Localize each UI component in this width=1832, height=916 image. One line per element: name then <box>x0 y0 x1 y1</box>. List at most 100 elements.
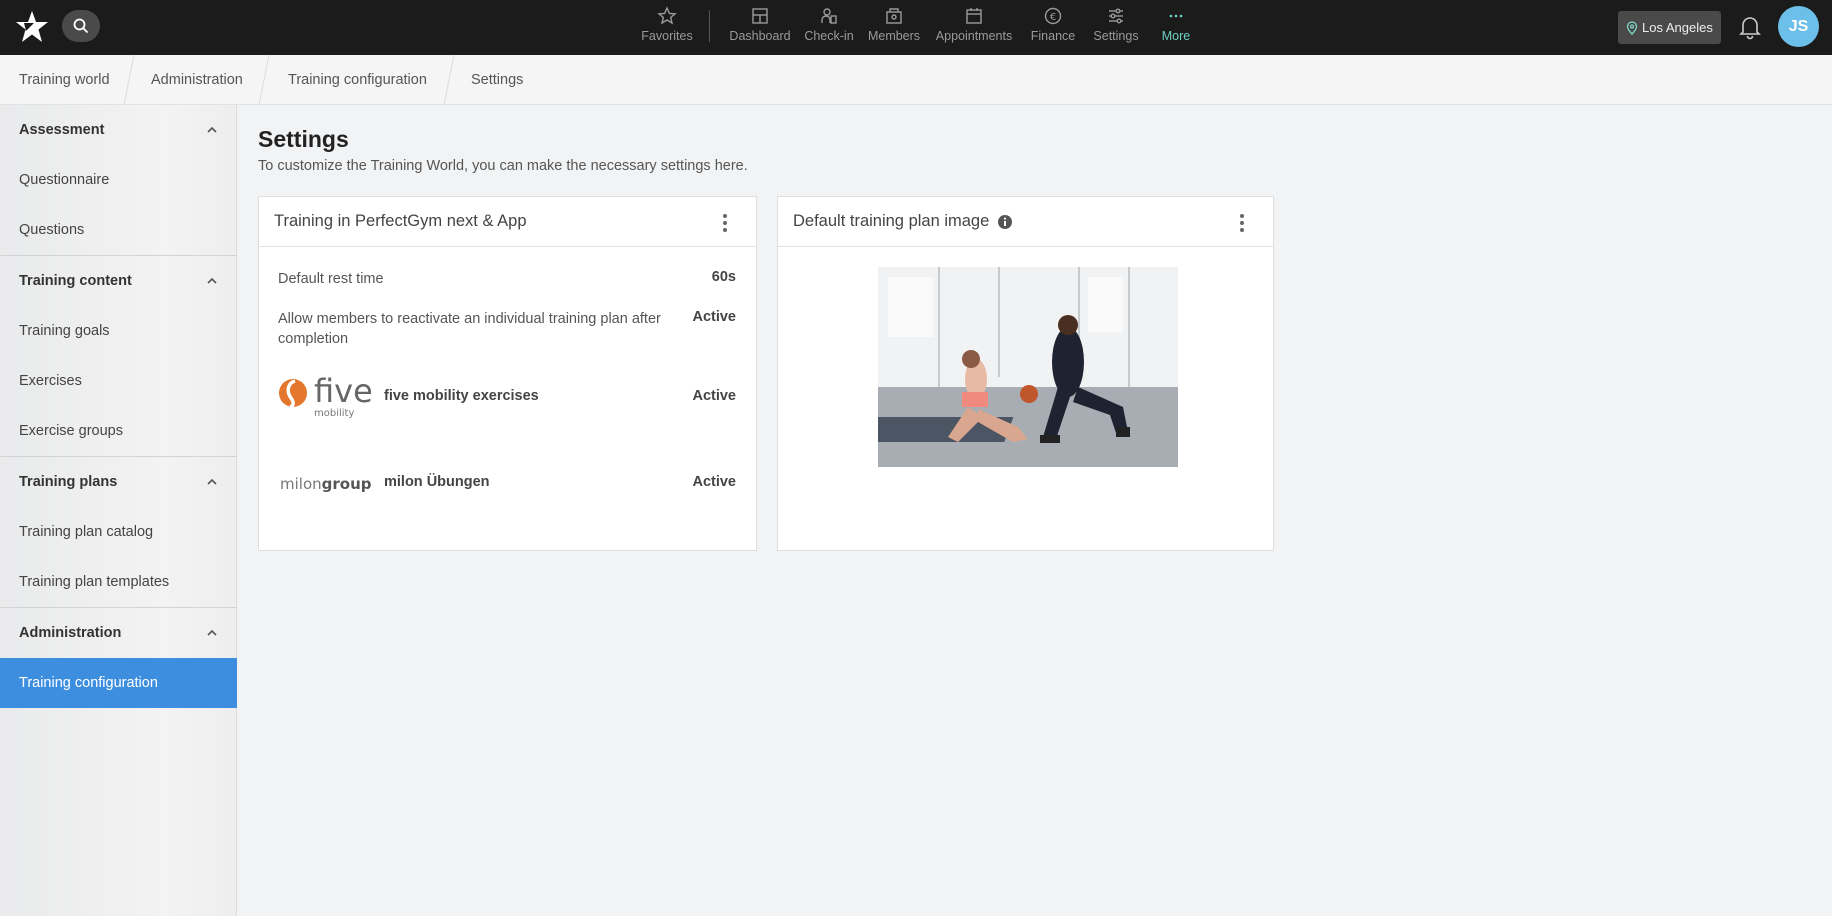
star-icon <box>657 6 677 25</box>
breadcrumb-training-configuration[interactable]: Training configuration <box>288 55 427 105</box>
nav-finance-label: Finance <box>1030 29 1076 43</box>
breadcrumb: Training world Administration Training c… <box>0 55 1832 105</box>
setting-label: milon Übungen <box>384 474 490 490</box>
search-button[interactable] <box>62 10 100 42</box>
location-label: Los Angeles <box>1642 20 1713 35</box>
setting-value: Active <box>692 309 736 325</box>
training-settings-card: Training in PerfectGym next & App Defaul… <box>258 196 757 551</box>
nav-dashboard[interactable]: Dashboard <box>728 6 792 50</box>
milon-group-logo: milongroup <box>280 475 372 493</box>
page-subtitle: To customize the Training World, you can… <box>258 158 748 174</box>
setting-label: Allow members to reactivate an individua… <box>278 311 661 347</box>
chevron-up-icon <box>207 629 217 636</box>
card-header: Default training plan image <box>778 197 1273 247</box>
default-image-card: Default training plan image <box>777 196 1274 551</box>
training-plan-photo[interactable] <box>878 267 1178 467</box>
nav-appointments-label: Appointments <box>935 29 1013 43</box>
sidebar-group-assessment[interactable]: Assessment <box>0 105 237 155</box>
sidebar-group-label: Administration <box>19 625 122 641</box>
page-title: Settings <box>258 126 349 152</box>
breadcrumb-label: Training world <box>19 72 110 88</box>
setting-row-reactivate[interactable]: Allow members to reactivate an individua… <box>278 309 736 349</box>
sidebar-group-administration[interactable]: Administration <box>0 608 237 658</box>
nav-appointments[interactable]: Appointments <box>934 6 1014 50</box>
kebab-menu-icon[interactable] <box>722 213 728 233</box>
nav-more-label: More <box>1161 29 1191 43</box>
location-pin-icon <box>1626 20 1638 35</box>
svg-text:mobility: mobility <box>314 408 354 419</box>
sidebar-item-label: Training plan catalog <box>19 524 154 540</box>
sidebar-item-exercise-groups[interactable]: Exercise groups <box>0 406 237 456</box>
breadcrumb-separator <box>443 55 455 105</box>
nav-members[interactable]: Members <box>866 6 922 50</box>
search-icon <box>73 18 89 34</box>
sidebar-group-training-plans[interactable]: Training plans <box>0 457 237 507</box>
chevron-up-icon <box>207 277 217 284</box>
kebab-menu-icon[interactable] <box>1239 213 1245 233</box>
nav-favorites-label: Favorites <box>641 29 693 43</box>
setting-row-rest-time[interactable]: Default rest time 60s <box>278 269 736 289</box>
sidebar-item-label: Training configuration <box>19 675 158 691</box>
sidebar-item-exercises[interactable]: Exercises <box>0 356 237 406</box>
sidebar-item-label: Training goals <box>19 323 110 339</box>
nav-check-in-label: Check-in <box>804 29 854 43</box>
sidebar-group-label: Training plans <box>19 474 118 490</box>
breadcrumb-separator <box>123 55 135 105</box>
breadcrumb-separator <box>258 55 270 105</box>
sidebar-item-questionnaire[interactable]: Questionnaire <box>0 155 237 205</box>
sidebar-group-label: Training content <box>19 273 132 289</box>
user-avatar[interactable]: JS <box>1778 6 1819 47</box>
breadcrumb-settings[interactable]: Settings <box>471 55 523 105</box>
setting-label: five mobility exercises <box>384 388 539 404</box>
five-mobility-logo: five mobility <box>279 372 373 419</box>
notifications-bell-icon[interactable] <box>1738 14 1762 40</box>
check-in-icon <box>821 8 837 24</box>
dashboard-icon <box>752 8 768 24</box>
sidebar-item-label: Questions <box>19 222 85 238</box>
nav-settings-label: Settings <box>1093 29 1139 43</box>
sidebar-item-label: Questionnaire <box>19 172 110 188</box>
nav-divider <box>709 10 710 42</box>
nav-more[interactable]: More <box>1155 6 1197 50</box>
card-title: Default training plan image <box>793 212 990 230</box>
more-dots-icon <box>1169 14 1183 18</box>
breadcrumb-label: Administration <box>151 72 243 88</box>
svg-text:milongroup: milongroup <box>280 475 372 493</box>
card-header: Training in PerfectGym next & App <box>259 197 756 247</box>
sidebar-item-training-plan-catalog[interactable]: Training plan catalog <box>0 507 237 557</box>
avatar-initials: JS <box>1788 17 1809 35</box>
nav-favorites[interactable]: Favorites <box>641 6 693 50</box>
euro-icon: € <box>1044 7 1062 25</box>
info-icon[interactable] <box>997 214 1013 230</box>
top-bar: Favorites Dashboard Check-in Members App… <box>0 0 1832 55</box>
setting-row-five-mobility[interactable]: five mobility five mobility exercises Ac… <box>278 372 736 422</box>
location-selector[interactable]: Los Angeles <box>1618 11 1721 44</box>
breadcrumb-administration[interactable]: Administration <box>151 55 243 105</box>
chevron-up-icon <box>207 126 217 133</box>
app-logo-icon[interactable] <box>14 9 50 45</box>
sidebar-item-label: Exercises <box>19 373 82 389</box>
nav-finance[interactable]: € Finance <box>1029 6 1077 50</box>
sidebar-item-label: Training plan templates <box>19 574 170 590</box>
sidebar-item-training-plan-templates[interactable]: Training plan templates <box>0 557 237 607</box>
nav-dashboard-label: Dashboard <box>729 29 791 43</box>
calendar-icon <box>966 8 982 24</box>
breadcrumb-label: Settings <box>471 72 524 88</box>
svg-text:five: five <box>314 372 373 410</box>
setting-label: Default rest time <box>278 271 384 287</box>
sidebar-item-training-configuration[interactable]: Training configuration <box>0 658 237 708</box>
sidebar-item-label: Exercise groups <box>19 423 123 439</box>
setting-row-milon[interactable]: milongroup milon Übungen Active <box>278 472 736 502</box>
sidebar-group-training-content[interactable]: Training content <box>0 256 237 306</box>
sidebar: Assessment Questionnaire Questions Train… <box>0 105 237 916</box>
nav-settings[interactable]: Settings <box>1091 6 1141 50</box>
svg-text:€: € <box>1050 12 1056 23</box>
nav-members-label: Members <box>867 29 921 43</box>
sidebar-item-training-goals[interactable]: Training goals <box>0 306 237 356</box>
setting-value: Active <box>692 388 736 404</box>
setting-value: Active <box>692 474 736 490</box>
sidebar-item-questions[interactable]: Questions <box>0 205 237 255</box>
card-title: Training in PerfectGym next & App <box>274 212 527 230</box>
breadcrumb-training-world[interactable]: Training world <box>19 55 110 105</box>
nav-check-in[interactable]: Check-in <box>802 6 856 50</box>
